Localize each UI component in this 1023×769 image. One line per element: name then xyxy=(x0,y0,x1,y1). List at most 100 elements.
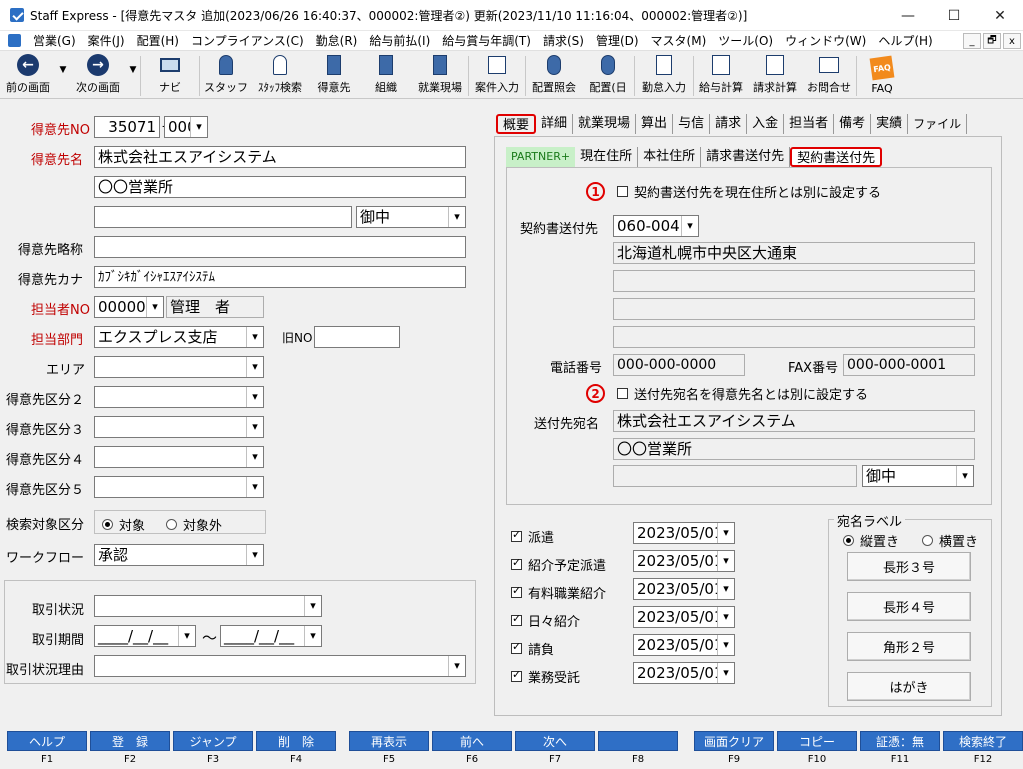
payroll-button[interactable]: 給与計算 xyxy=(694,52,748,98)
close-button[interactable]: ✕ xyxy=(977,0,1023,31)
tab-overview[interactable]: 概要 xyxy=(496,114,537,134)
billing-button[interactable]: 請求計算 xyxy=(748,52,802,98)
contract-date-select[interactable]: 2023/05/01 xyxy=(633,606,735,628)
tab-contract-address[interactable]: 契約書送付先 xyxy=(790,147,883,167)
envelope-kaku2-button[interactable]: 角形２号 xyxy=(847,632,971,661)
f3-jump-button[interactable]: ジャンプ F3 xyxy=(173,731,253,767)
category5-select[interactable] xyxy=(94,476,264,498)
contract-date-select[interactable]: 2023/05/01 xyxy=(633,578,735,600)
tab-results[interactable]: 実績 xyxy=(871,114,909,134)
address4-field[interactable] xyxy=(613,326,975,348)
menu-case[interactable]: 案件(J) xyxy=(82,32,131,49)
staff-no-select[interactable]: 000001 xyxy=(94,296,164,318)
f4-delete-button[interactable]: 削 除 F4 xyxy=(256,731,336,767)
category2-select[interactable] xyxy=(94,386,264,408)
deal-to-date[interactable]: ____/__/__ xyxy=(220,625,322,647)
area-select[interactable] xyxy=(94,356,264,378)
f8-button[interactable]: F8 xyxy=(598,731,678,767)
zip-select[interactable]: 060-0041 xyxy=(613,215,699,237)
address1-field[interactable]: 北海道札幌市中央区大通東 xyxy=(613,242,975,264)
tab-notes[interactable]: 備考 xyxy=(834,114,872,134)
menu-admin[interactable]: 管理(D) xyxy=(590,32,645,49)
tab-credit[interactable]: 与信 xyxy=(673,114,711,134)
tab-site[interactable]: 就業現場 xyxy=(573,114,637,134)
f1-help-button[interactable]: ヘルプ F1 xyxy=(7,731,87,767)
contract-date-select[interactable]: 2023/05/01 xyxy=(633,634,735,656)
postcard-button[interactable]: はがき xyxy=(847,672,971,701)
label-horizontal-radio[interactable]: 横置き xyxy=(922,531,978,550)
menu-tools[interactable]: ツール(O) xyxy=(712,32,779,49)
contact-button[interactable]: お問合せ xyxy=(802,52,856,98)
assign-inquiry-button[interactable]: 配置照会 xyxy=(526,52,582,98)
menu-assign[interactable]: 配置(H) xyxy=(131,32,185,49)
dept-select[interactable]: エクスプレス支店 xyxy=(94,326,264,348)
f7-next-button[interactable]: 次へ F7 xyxy=(515,731,595,767)
envelope-naga3-button[interactable]: 長形３号 xyxy=(847,552,971,581)
faq-button[interactable]: FAQ FAQ xyxy=(857,52,907,98)
dest-name1-field[interactable]: 株式会社エスアイシステム xyxy=(613,410,975,432)
mdi-close-button[interactable]: x xyxy=(1003,33,1021,49)
menu-help[interactable]: ヘルプ(H) xyxy=(872,32,938,49)
f2-register-button[interactable]: 登 録 F2 xyxy=(90,731,170,767)
next-button[interactable]: → 次の画面 xyxy=(70,52,126,98)
contract-type-row[interactable]: 紹介予定派遣 xyxy=(511,555,606,574)
category3-select[interactable] xyxy=(94,416,264,438)
kana-input[interactable]: ｶﾌﾞｼｷｶﾞｲｼｬｴｽｱｲｼｽﾃﾑ xyxy=(94,266,466,288)
contract-type-row[interactable]: 日々紹介 xyxy=(511,611,580,630)
tab-detail[interactable]: 詳細 xyxy=(536,114,574,134)
contract-date-select[interactable]: 2023/05/01 xyxy=(633,550,735,572)
assign-day-button[interactable]: 配置(日 xyxy=(582,52,634,98)
case-input-button[interactable]: 案件入力 xyxy=(469,52,525,98)
search-exclude-radio[interactable]: 対象外 xyxy=(166,515,222,534)
tab-billing[interactable]: 請求 xyxy=(710,114,748,134)
tab-staff[interactable]: 担当者 xyxy=(784,114,835,134)
tab-current-address[interactable]: 現在住所 xyxy=(575,147,639,167)
menu-compliance[interactable]: コンプライアンス(C) xyxy=(185,32,310,49)
menu-master[interactable]: マスタ(M) xyxy=(645,32,713,49)
f9-clear-button[interactable]: 画面クリア F9 xyxy=(694,731,774,767)
next-dropdown[interactable]: ▼ xyxy=(126,52,140,98)
navi-button[interactable]: ナビ xyxy=(141,52,199,98)
mdi-restore-button[interactable]: 🗗 xyxy=(983,33,1001,49)
honorific-select[interactable]: 御中 xyxy=(356,206,466,228)
workflow-select[interactable]: 承認 xyxy=(94,544,264,566)
menu-sales[interactable]: 営業(G) xyxy=(27,32,82,49)
menu-payroll[interactable]: 給与賞与年調(T) xyxy=(436,32,537,49)
contract-type-row[interactable]: 派遣 xyxy=(511,527,554,546)
maximize-button[interactable]: ☐ xyxy=(931,0,977,31)
customer-name2-input[interactable]: 〇〇営業所 xyxy=(94,176,466,198)
address2-field[interactable] xyxy=(613,270,975,292)
tab-payment[interactable]: 入金 xyxy=(747,114,785,134)
category4-select[interactable] xyxy=(94,446,264,468)
tab-hq-address[interactable]: 本社住所 xyxy=(638,147,702,167)
dest-honorific-select[interactable]: 御中 xyxy=(862,465,974,487)
deal-reason-select[interactable] xyxy=(94,655,466,677)
f11-evidence-button[interactable]: 証憑：無 F11 xyxy=(860,731,940,767)
attendance-button[interactable]: 勤怠入力 xyxy=(635,52,693,98)
dest-name2-field[interactable]: 〇〇営業所 xyxy=(613,438,975,460)
contract-type-row[interactable]: 業務受託 xyxy=(511,667,580,686)
customer-name3-input[interactable] xyxy=(94,206,352,228)
f10-copy-button[interactable]: コピー F10 xyxy=(777,731,857,767)
address3-field[interactable] xyxy=(613,298,975,320)
tel-field[interactable]: 000-000-0000 xyxy=(613,354,745,376)
label-vertical-radio[interactable]: 縦置き xyxy=(843,531,899,550)
staff-search-button[interactable]: ｽﾀｯﾌ検索 xyxy=(252,52,308,98)
staff-button[interactable]: スタッフ xyxy=(200,52,252,98)
tab-calc[interactable]: 算出 xyxy=(636,114,674,134)
f5-refresh-button[interactable]: 再表示 F5 xyxy=(349,731,429,767)
deal-from-date[interactable]: ____/__/__ xyxy=(94,625,196,647)
f12-search-end-button[interactable]: 検索終了 F12 xyxy=(943,731,1023,767)
fax-field[interactable]: 000-000-0001 xyxy=(843,354,975,376)
f6-prev-button[interactable]: 前へ F6 xyxy=(432,731,512,767)
menu-advance[interactable]: 給与前払(I) xyxy=(363,32,436,49)
mdi-minimize-button[interactable]: _ xyxy=(963,33,981,49)
customer-button[interactable]: 得意先 xyxy=(308,52,360,98)
tab-files[interactable]: ファイル xyxy=(908,114,968,134)
envelope-naga4-button[interactable]: 長形４号 xyxy=(847,592,971,621)
org-button[interactable]: 組織 xyxy=(360,52,412,98)
dest-separate-checkbox[interactable]: 2 送付先宛名を得意先名とは別に設定する xyxy=(586,384,868,403)
back-dropdown[interactable]: ▼ xyxy=(56,52,70,98)
menu-window[interactable]: ウィンドウ(W) xyxy=(779,32,872,49)
contract-type-row[interactable]: 請負 xyxy=(511,639,554,658)
